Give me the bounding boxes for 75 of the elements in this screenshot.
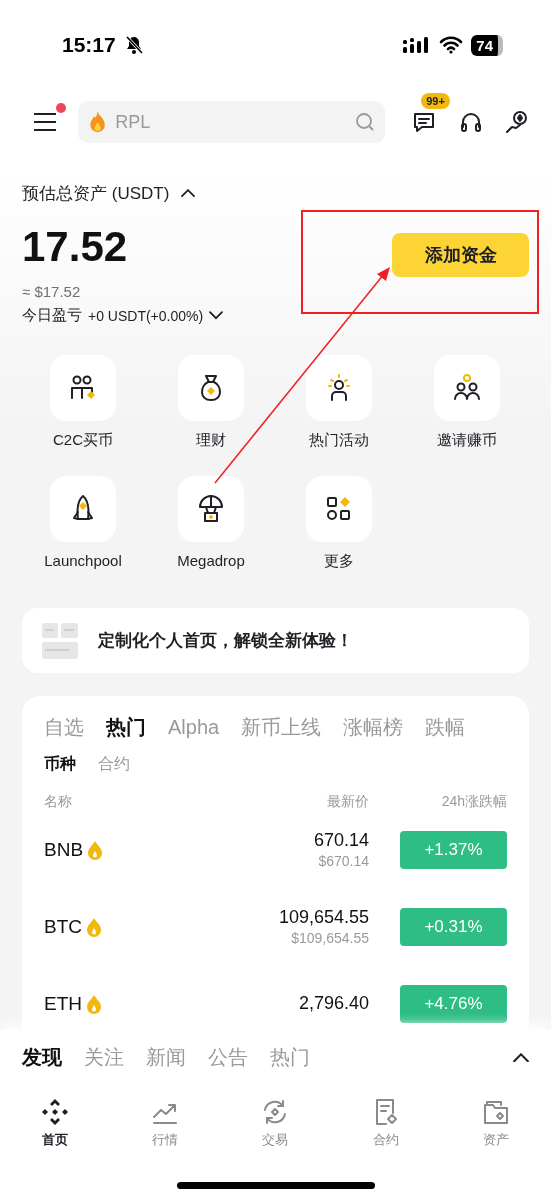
shortcut-label: 热门活动 [309, 431, 369, 450]
market-tab[interactable]: 自选 [44, 712, 84, 742]
market-tab[interactable]: Alpha [168, 712, 220, 742]
search-icon [355, 112, 376, 132]
shortcut-tile[interactable] [306, 476, 372, 542]
shortcut-label: 更多 [324, 552, 354, 571]
chat-icon [412, 110, 437, 134]
last-price: 109,654.55 [278, 907, 369, 928]
shortcut-tile[interactable] [434, 355, 500, 421]
pnl-value: +0 USDT(+0.00%) [88, 307, 204, 324]
feed-tab[interactable]: 关注 [84, 1044, 124, 1071]
nav-tab[interactable]: 首页 [0, 1085, 111, 1160]
nav-tab[interactable]: 行情 [110, 1085, 221, 1160]
feed-tab[interactable]: 公告 [208, 1044, 248, 1071]
usd-price: $109,654.55 [291, 930, 369, 946]
customize-banner[interactable]: 定制化个人首页，解锁全新体验！ [22, 608, 529, 673]
feed-tab[interactable]: 热门 [270, 1044, 310, 1071]
battery-level: 74 [471, 34, 503, 56]
shortcut-label: C2C买币 [53, 431, 113, 450]
caret-up-icon[interactable] [513, 1052, 529, 1063]
pnl-label: 今日盈亏 [22, 306, 82, 325]
feed-tab[interactable]: 发现 [22, 1044, 62, 1071]
headset-icon [459, 110, 484, 134]
caret-down-icon[interactable] [209, 311, 224, 320]
column-header: 名称 [44, 793, 73, 811]
shortcut-label: 理财 [196, 431, 226, 450]
total-balance: 17.52 [22, 222, 128, 272]
market-tab[interactable]: 跌幅 [425, 712, 466, 742]
layout-icon [42, 622, 78, 659]
nav-tab[interactable]: 合约 [330, 1085, 441, 1160]
menu-icon [33, 112, 57, 132]
market-subtab[interactable]: 合约 [98, 754, 130, 775]
market-tab[interactable]: 新币上线 [241, 712, 322, 742]
estimated-assets-label: 预估总资产 (USDT) [22, 183, 170, 205]
column-header: 24h涨跌幅 [440, 793, 507, 811]
shortcut-tile[interactable] [50, 355, 116, 421]
shortcut-label: Launchpool [44, 552, 122, 569]
feed-tab[interactable]: 新闻 [146, 1044, 186, 1071]
nav-tab[interactable]: 交易 [220, 1085, 331, 1160]
coin-symbol: BNB [44, 838, 84, 861]
diamond-logo-icon [40, 1096, 71, 1127]
usd-price: $670.14 [318, 853, 369, 869]
column-header: 最新价 [326, 793, 369, 811]
change-badge[interactable]: +0.31% [400, 907, 507, 946]
shortcut-label: 邀请赚币 [437, 431, 497, 450]
status-time: 15:17 [62, 33, 116, 57]
market-tab[interactable]: 热门 [106, 712, 146, 742]
add-funds-button[interactable]: 添加资金 [392, 233, 529, 277]
search-bar[interactable]: RPL [78, 101, 386, 143]
market-tab[interactable]: 涨幅榜 [343, 712, 404, 742]
nav-tab[interactable]: 资产 [440, 1085, 551, 1160]
coin-symbol: BTC [44, 915, 82, 938]
change-badge[interactable]: +4.76% [400, 984, 507, 1023]
wifi-icon [439, 36, 464, 54]
usd-approx: ≈ $17.52 [22, 283, 82, 300]
shortcut-label: Megadrop [177, 552, 245, 569]
shortcut-tile[interactable] [178, 355, 244, 421]
search-input[interactable]: RPL [113, 110, 350, 134]
bell-muted-icon [123, 35, 144, 55]
flame-icon [88, 110, 108, 134]
flame-icon [86, 916, 102, 937]
message-count-badge: 99+ [421, 93, 450, 109]
shortcut-tile[interactable] [178, 476, 244, 542]
hand-coin-icon [505, 110, 530, 134]
flame-icon [86, 993, 102, 1014]
shortcut-tile[interactable] [50, 476, 116, 542]
last-price: 2,796.40 [298, 993, 369, 1014]
market-subtab[interactable]: 币种 [44, 754, 76, 775]
last-price: 670.14 [313, 830, 369, 851]
shortcut-tile[interactable] [306, 355, 372, 421]
banner-text: 定制化个人首页，解锁全新体验！ [98, 630, 353, 652]
flame-icon [87, 839, 104, 860]
coin-symbol: ETH [44, 992, 82, 1015]
change-badge[interactable]: +1.37% [400, 830, 507, 869]
caret-up-icon[interactable] [181, 189, 196, 198]
